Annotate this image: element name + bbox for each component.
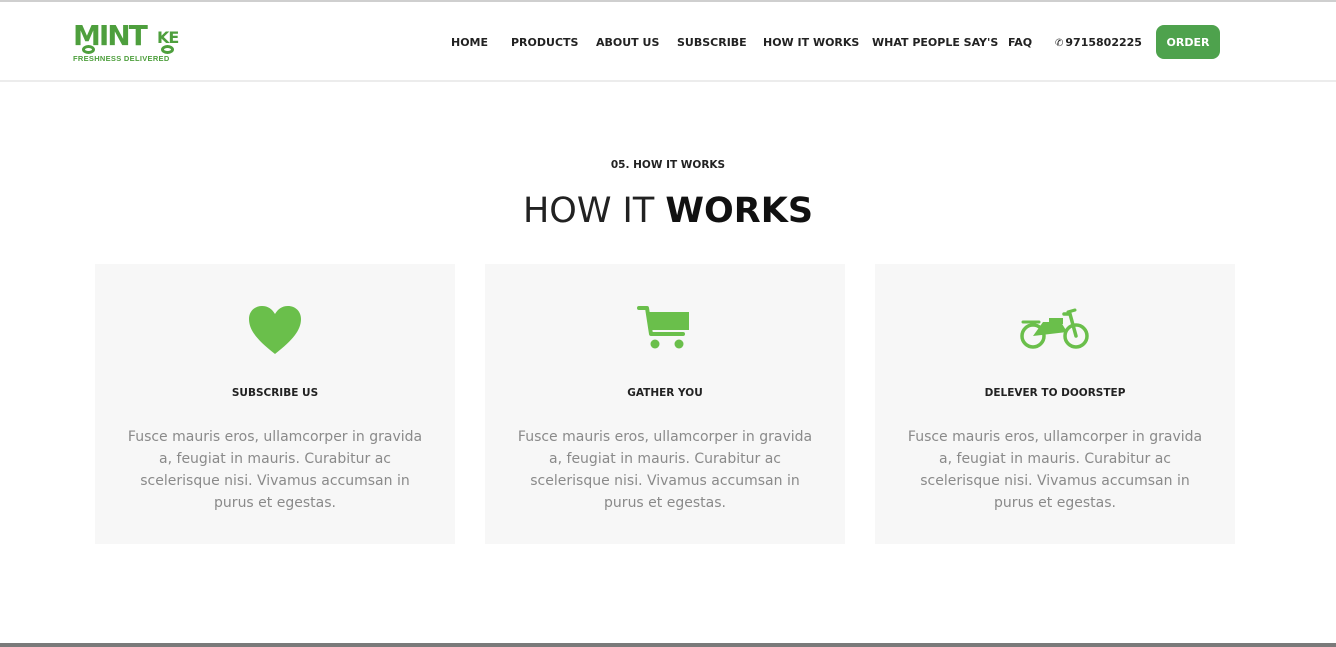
nav-phone[interactable]: ✆ 9715802225 [1055,36,1142,49]
footer-edge [0,643,1336,647]
motorcycle-icon [875,304,1235,360]
nav-what-people-say[interactable]: WHAT PEOPLE SAY'S [872,36,998,49]
nav-products[interactable]: PRODUCTS [511,36,578,49]
card-title: GATHER YOU [627,387,703,399]
order-button[interactable]: ORDER [1156,25,1220,59]
nav-how-it-works[interactable]: HOW IT WORKS [763,36,859,49]
card-text: Fusce mauris eros, ullamcorper in gravid… [127,429,423,511]
card-deliver: DELEVER TO DOORSTEP Fusce mauris eros, u… [875,264,1235,544]
card-text: Fusce mauris eros, ullamcorper in gravid… [517,429,813,511]
logo-wheel-icon [161,45,174,54]
phone-number: 9715802225 [1065,36,1142,49]
nav-faq[interactable]: FAQ [1008,36,1032,49]
section-title: HOW IT WORKS [0,188,1336,234]
section-title-light: HOW IT [522,191,655,231]
card-title: DELEVER TO DOORSTEP [984,387,1126,399]
heart-icon [95,304,455,360]
shopping-cart-icon [485,304,845,360]
phone-icon: ✆ [1055,38,1064,49]
card-title: SUBSCRIBE US [231,387,319,399]
navbar: MINT KE FRESHNESS DELIVERED HOME PRODUCT… [0,2,1336,82]
nav-subscribe[interactable]: SUBSCRIBE [677,36,747,49]
section-title-bold: WORKS [665,191,814,231]
logo-wheel-icon [82,45,95,54]
nav-about-us[interactable]: ABOUT US [596,36,659,49]
logo[interactable]: MINT KE FRESHNESS DELIVERED [73,20,185,64]
card-gather: GATHER YOU Fusce mauris eros, ullamcorpe… [485,264,845,544]
logo-tagline: FRESHNESS DELIVERED [73,54,170,63]
nav-home[interactable]: HOME [451,36,488,49]
card-subscribe: SUBSCRIBE US Fusce mauris eros, ullamcor… [95,264,455,544]
section-eyebrow: 05. HOW IT WORKS [610,159,726,171]
card-text: Fusce mauris eros, ullamcorper in gravid… [907,429,1203,511]
